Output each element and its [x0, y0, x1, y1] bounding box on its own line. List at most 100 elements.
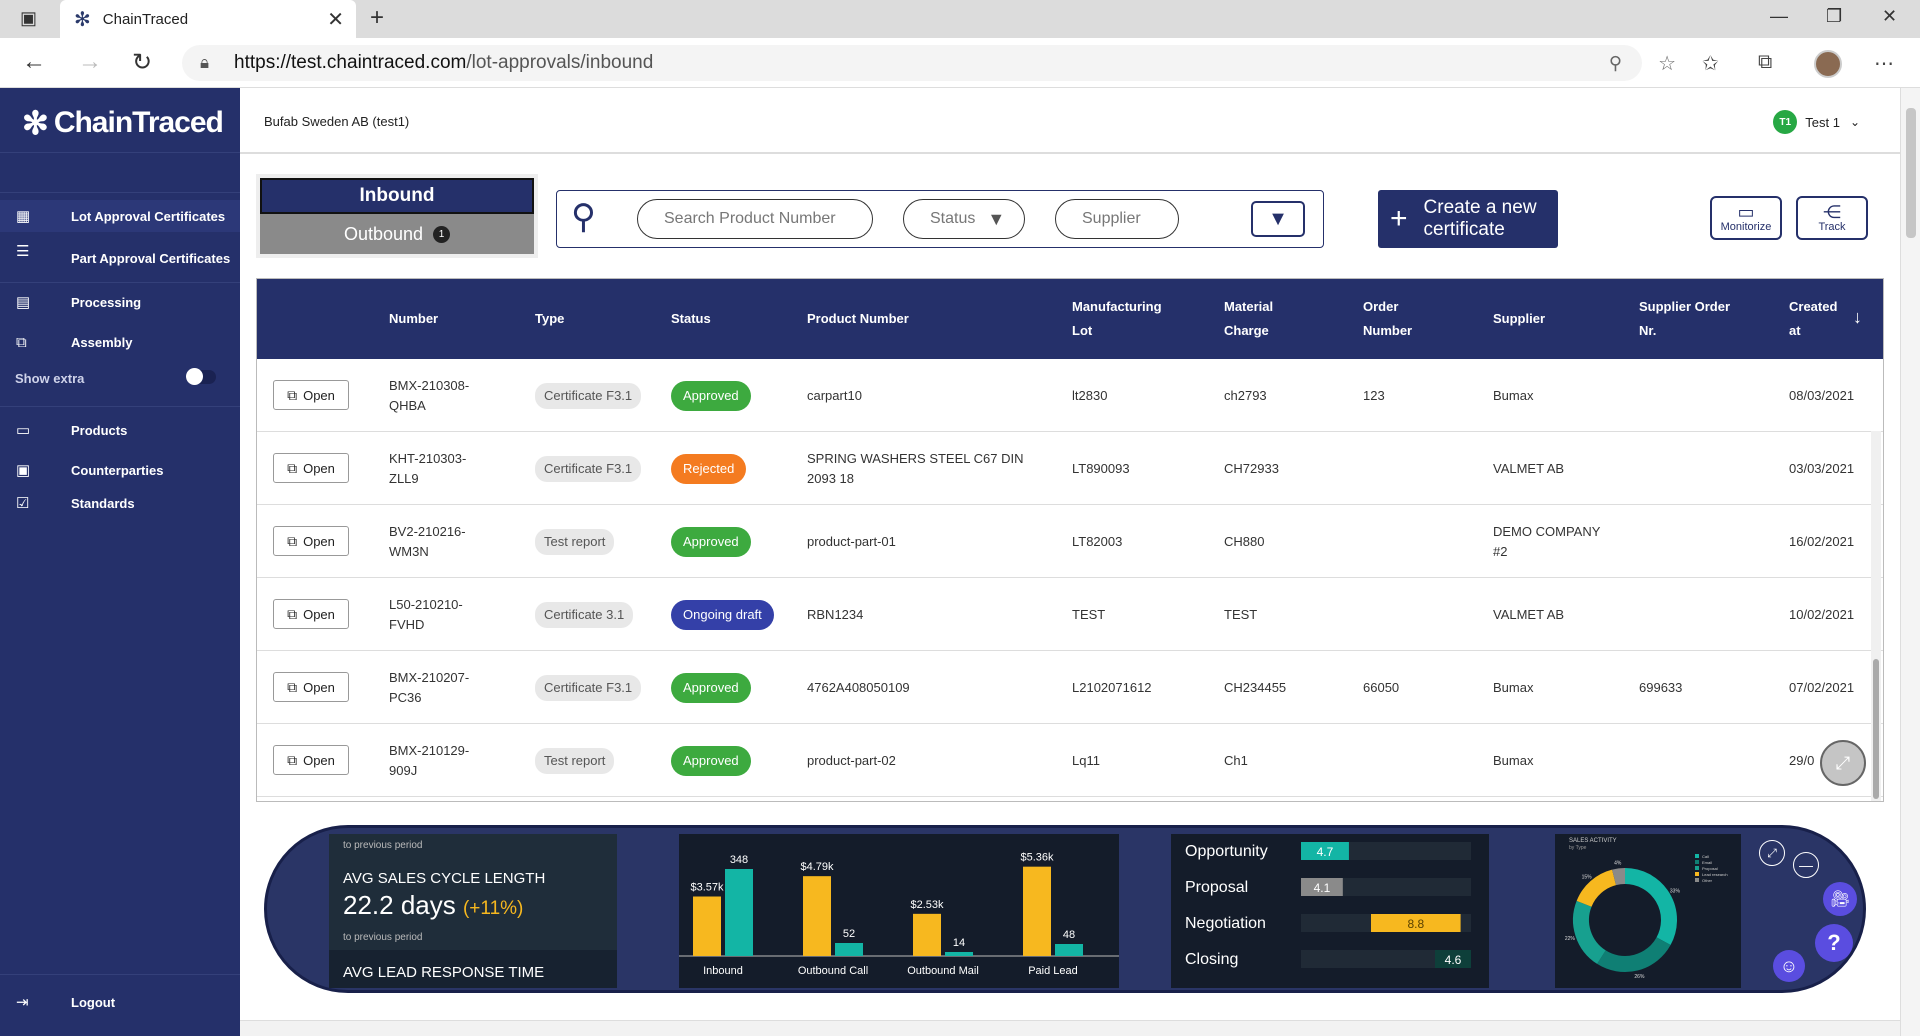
page-scrollbar-thumb[interactable] — [1906, 108, 1916, 238]
cell-lot: lt2830 — [1072, 387, 1108, 403]
open-button[interactable]: ⧉ Open — [273, 453, 349, 483]
sidebar-item-assembly[interactable]: ⧉ Assembly — [0, 326, 240, 358]
new-tab-icon[interactable]: + — [370, 4, 384, 32]
expand-icon[interactable]: ⤢ — [1820, 740, 1866, 786]
window-menu-icon[interactable]: ▣ — [20, 8, 37, 29]
cell-supplier: VALMET AB — [1493, 460, 1565, 476]
table-row[interactable]: ⧉ Open KHT-210303- ZLL9 Certificate F3.1 Reje… — [257, 432, 1883, 505]
grid-icon: ▦ — [16, 208, 31, 225]
table-cell: product-part-01 — [807, 505, 1047, 578]
minimize-widget-icon[interactable]: — — [1793, 852, 1819, 878]
cell-supplier: Bumax — [1493, 387, 1534, 403]
column-header-number[interactable]: Number — [389, 279, 438, 359]
more-menu-icon[interactable]: ⋯ — [1874, 51, 1894, 76]
open-button[interactable]: ⧉ Open — [273, 745, 349, 775]
legend-label: Lead research — [1702, 872, 1728, 877]
table-row[interactable]: ⧉ Open BMX-210129- 909J Test report Approved p… — [257, 724, 1883, 797]
more-filters-button[interactable]: ▼ — [1251, 201, 1305, 237]
sidebar-item-part-approval-certificates[interactable]: ☰ Part Approval Certificates — [0, 242, 240, 274]
column-header-created-at[interactable]: Created at — [1789, 279, 1837, 359]
search-icon[interactable]: ⚲ — [571, 197, 596, 237]
divider — [0, 406, 240, 407]
help-icon[interactable]: ? — [1815, 924, 1853, 962]
tick-label: Outbound Call — [798, 965, 868, 977]
legend-swatch — [1695, 866, 1699, 870]
cell-supplier: Bumax — [1493, 679, 1534, 695]
table-cell: Test report — [535, 505, 615, 578]
table-cell: carpart10 — [807, 359, 1047, 432]
video-icon[interactable]: 🎥︎ — [1823, 882, 1857, 916]
table-cell: Rejected — [671, 432, 747, 505]
monitorize-button[interactable]: ▭ Monitorize — [1710, 196, 1782, 240]
sidebar-item-standards[interactable]: ☑ Standards — [0, 487, 240, 519]
legend-swatch — [1695, 878, 1699, 882]
inbound-tab[interactable]: Inbound — [260, 178, 534, 214]
table-row[interactable]: ⧉ Open BMX-210207- PC36 Certificate F3.1 Appr… — [257, 651, 1883, 724]
supplier-filter[interactable]: Supplier — [1055, 199, 1179, 239]
category-label: Negotiation — [1185, 915, 1266, 932]
checkbox-icon: ☑ — [16, 495, 30, 512]
cell-lot: L2102071612 — [1072, 679, 1152, 695]
cell-supplier: DEMO COMPANY #2 — [1493, 523, 1601, 559]
column-header-order-number[interactable]: Order Number — [1363, 279, 1412, 359]
outbound-tab[interactable]: Outbound 1 — [260, 214, 534, 254]
column-header-supplier[interactable]: Supplier — [1493, 279, 1545, 359]
tab-title: ChainTraced — [102, 10, 189, 28]
chaintraced-logo[interactable]: ✻ ChainTraced — [22, 104, 224, 142]
column-header-product-number[interactable]: Product Number — [807, 279, 909, 359]
smiley-icon[interactable]: ☺ — [1773, 950, 1805, 982]
favorite-star-icon[interactable]: ☆ — [1658, 51, 1676, 76]
column-header-supplier-order-nr[interactable]: Supplier Order Nr. — [1639, 279, 1730, 359]
column-header-manufacturing-lot[interactable]: Manufacturing Lot — [1072, 279, 1162, 359]
data-label: $4.79k — [800, 861, 834, 873]
create-certificate-button[interactable]: + Create a new certificate — [1378, 190, 1558, 248]
table-cell: L50-210210- FVHD — [389, 578, 499, 651]
logout-button[interactable]: ⇥ Logout — [0, 986, 240, 1018]
page-scrollbar[interactable] — [1900, 88, 1920, 1036]
sidebar-item-products[interactable]: ▭ Products — [0, 414, 240, 446]
column-header-type[interactable]: Type — [535, 279, 564, 359]
status-filter-label: Status — [930, 210, 976, 227]
table-row[interactable]: ⧉ Open L50-210210- FVHD Certificate 3.1 Ongoi… — [257, 578, 1883, 651]
close-tab-icon[interactable]: ✕ — [327, 7, 344, 32]
column-header-status[interactable]: Status — [671, 279, 711, 359]
open-button[interactable]: ⧉ Open — [273, 672, 349, 702]
collections-icon[interactable]: ⧉ — [1758, 51, 1772, 74]
search-input[interactable]: Search Product Number — [637, 199, 873, 239]
sidebar-item-processing[interactable]: ▤ Processing — [0, 286, 240, 318]
open-button[interactable]: ⧉ Open — [273, 380, 349, 410]
table-cell: Ch1 — [1224, 724, 1248, 797]
category-label: Opportunity — [1185, 843, 1268, 860]
triangle-down-icon: ▼ — [987, 208, 1006, 229]
close-window-icon[interactable]: ✕ — [1882, 6, 1897, 27]
browser-tab[interactable]: ✻ ChainTraced ✕ — [60, 0, 356, 38]
show-extra-toggle[interactable] — [186, 368, 216, 385]
pie-slice — [1597, 936, 1671, 972]
sidebar-item-label: Counterparties — [71, 462, 164, 478]
type-tag: Certificate F3.1 — [535, 674, 642, 701]
column-header-material-charge[interactable]: Material Charge — [1224, 279, 1273, 359]
open-button[interactable]: ⧉ Open — [273, 599, 349, 629]
reload-icon[interactable]: ↻ — [132, 48, 152, 77]
user-menu[interactable]: T1 Test 1 ⌄ — [1773, 110, 1860, 134]
sort-arrow-down-icon[interactable]: ↓ — [1853, 307, 1862, 328]
maximize-icon[interactable]: ❐ — [1826, 6, 1842, 27]
table-row[interactable]: ⧉ Open BMX-210308- QHBA Certificate F3.1 Appr… — [257, 359, 1883, 432]
sidebar-item-counterparties[interactable]: ▣ Counterparties — [0, 454, 240, 486]
status-filter[interactable]: Status ▼ — [903, 199, 1025, 239]
minimize-icon[interactable]: — — [1770, 6, 1788, 27]
track-button[interactable]: ⋲ Track — [1796, 196, 1868, 240]
url-field[interactable]: 🔒︎ https://test.chaintraced.com/lot-appr… — [182, 45, 1676, 81]
expand-widget-icon[interactable]: ⤢ — [1759, 840, 1785, 866]
zoom-icon[interactable]: ⚲ — [1609, 53, 1622, 74]
back-arrow-icon[interactable]: ← — [22, 48, 46, 76]
table-scrollbar-thumb[interactable] — [1873, 659, 1879, 799]
table-row[interactable]: ⧉ Open BV2-210216- WM3N Test report Approved p… — [257, 505, 1883, 578]
open-button[interactable]: ⧉ Open — [273, 526, 349, 556]
url-host: https://test.chaintraced.com — [234, 52, 467, 73]
favorites-icon[interactable]: ✩ — [1702, 51, 1719, 76]
forward-arrow-icon[interactable]: → — [78, 48, 102, 76]
sidebar-item-lot-approval-certificates[interactable]: ▦ Lot Approval Certificates — [0, 200, 240, 232]
open-external-icon: ⧉ — [287, 459, 298, 476]
browser-profile-avatar[interactable] — [1814, 50, 1842, 78]
